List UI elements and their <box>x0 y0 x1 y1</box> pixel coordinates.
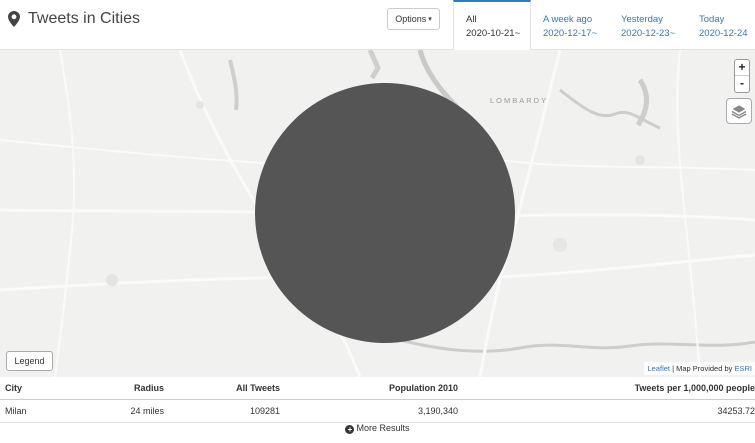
tab-all[interactable]: All 2020-10-21~ <box>453 0 531 50</box>
cell-all-tweets: 109281 <box>249 406 280 416</box>
tab-week-ago[interactable]: A week ago 2020-12-17~ <box>531 0 609 50</box>
header-bar: Tweets in Cities Options ▾ All 2020-10-2… <box>0 0 755 50</box>
header-title-group: Tweets in Cities <box>8 10 140 28</box>
esri-link[interactable]: ESRI <box>734 364 752 373</box>
page-title: Tweets in Cities <box>28 10 141 27</box>
leaflet-link[interactable]: Leaflet <box>647 364 670 373</box>
column-header-all-tweets[interactable]: All Tweets <box>236 383 280 393</box>
layers-icon <box>731 104 747 119</box>
layers-button[interactable] <box>726 98 752 124</box>
tab-label: All <box>466 14 477 25</box>
column-header-rate[interactable]: Tweets per 1,000,000 people <box>635 383 755 393</box>
options-button[interactable]: Options ▾ <box>387 8 440 30</box>
cell-radius: 24 miles <box>130 406 164 416</box>
column-header-population[interactable]: Population 2010 <box>389 383 458 393</box>
table-header-row: City Radius All Tweets Population 2010 T… <box>0 377 755 400</box>
zoom-in-button[interactable]: + <box>735 60 749 76</box>
tab-date: 2020-10-21~ <box>466 28 521 39</box>
zoom-control: + - <box>734 59 750 93</box>
tab-date: 2020-12-17~ <box>543 28 598 39</box>
legend-button[interactable]: Legend <box>6 351 53 371</box>
time-range-tabs: All 2020-10-21~ A week ago 2020-12-17~ Y… <box>453 0 755 50</box>
cell-population: 3,190,340 <box>417 406 458 416</box>
map-marker-icon <box>8 11 20 27</box>
zoom-out-button[interactable]: - <box>735 76 749 92</box>
city-radius-circle[interactable] <box>255 83 515 343</box>
tab-date: 2020-12-24 <box>699 28 748 39</box>
tab-label: Today <box>699 14 725 25</box>
cell-city: Milan <box>5 406 27 416</box>
map-attribution: Leaflet | Map Provided by ESRI <box>644 362 755 375</box>
tab-date: 2020-12-23~ <box>621 28 676 39</box>
attribution-text: | Map Provided by <box>670 364 735 373</box>
tab-today[interactable]: Today 2020-12-24 <box>687 0 755 50</box>
table-row[interactable]: Milan 24 miles 109281 3,190,340 34253.72 <box>0 400 755 423</box>
options-label: Options <box>395 14 427 24</box>
plus-circle-icon: + <box>345 425 355 434</box>
tab-label: Yesterday <box>621 14 663 25</box>
city-stats-table: City Radius All Tweets Population 2010 T… <box>0 377 755 423</box>
tab-label: A week ago <box>543 14 593 25</box>
column-header-city[interactable]: City <box>5 383 22 393</box>
caret-down-icon: ▾ <box>428 16 432 23</box>
more-results-label: More Results <box>356 423 410 433</box>
map-view[interactable]: LOMBARDY + - Legend Leaflet | Map Provid… <box>0 50 755 377</box>
tab-yesterday[interactable]: Yesterday 2020-12-23~ <box>609 0 687 50</box>
region-label: LOMBARDY <box>490 96 549 105</box>
column-header-radius[interactable]: Radius <box>134 383 164 393</box>
cell-rate: 34253.72 <box>717 406 755 416</box>
more-results-button[interactable]: + More Results <box>0 423 755 434</box>
